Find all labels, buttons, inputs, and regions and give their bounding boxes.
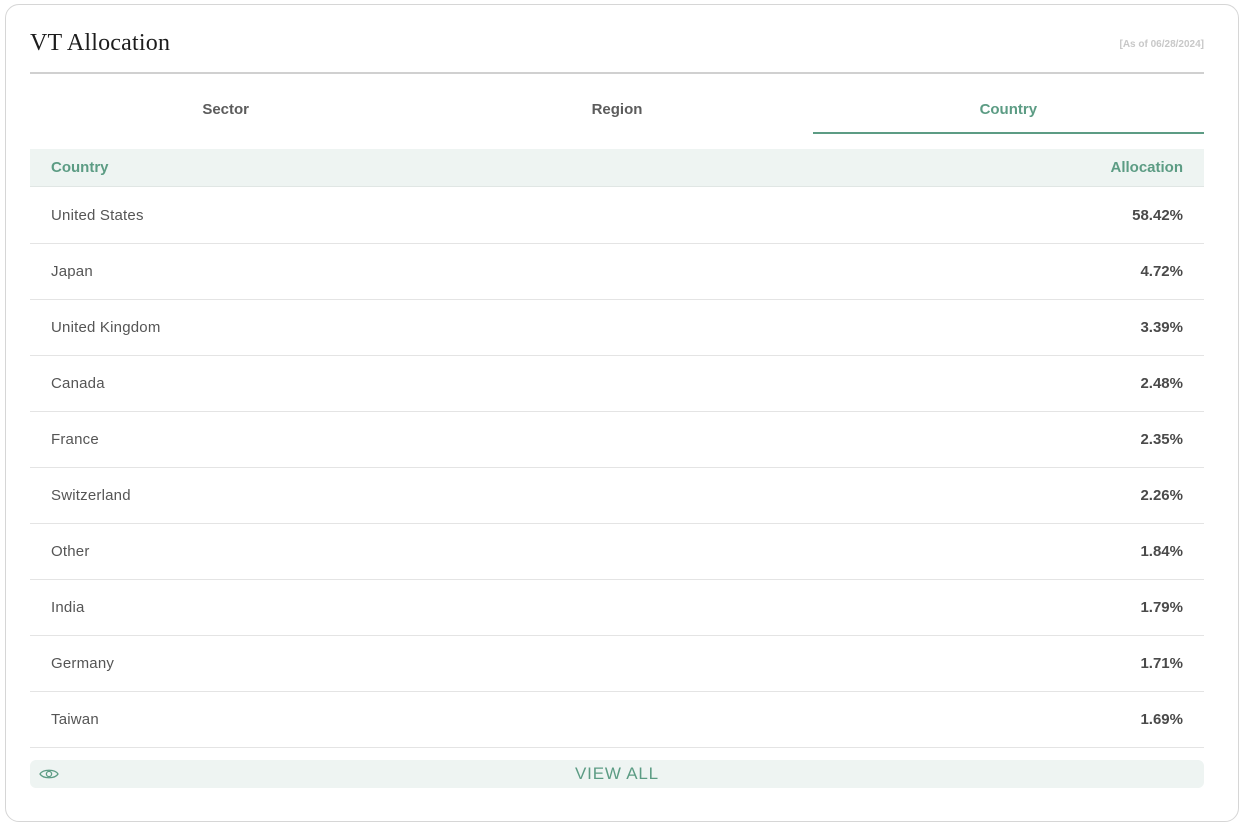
allocation-cell: 2.48% bbox=[1140, 375, 1183, 392]
country-cell: Other bbox=[51, 543, 90, 560]
table-row: Other 1.84% bbox=[30, 524, 1204, 580]
country-cell: Japan bbox=[51, 263, 93, 280]
allocation-table-body: United States 58.42% Japan 4.72% United … bbox=[30, 188, 1204, 748]
as-of-date: [As of 06/28/2024] bbox=[1119, 39, 1205, 50]
view-all-button[interactable]: VIEW ALL bbox=[30, 760, 1204, 788]
allocation-cell: 2.26% bbox=[1140, 487, 1183, 504]
allocation-cell: 2.35% bbox=[1140, 431, 1183, 448]
table-row: United Kingdom 3.39% bbox=[30, 300, 1204, 356]
table-header: Country Allocation bbox=[30, 149, 1204, 187]
table-row: Switzerland 2.26% bbox=[30, 468, 1204, 524]
allocation-cell: 1.79% bbox=[1140, 599, 1183, 616]
country-cell: United States bbox=[51, 207, 144, 224]
table-row: India 1.79% bbox=[30, 580, 1204, 636]
table-row: Canada 2.48% bbox=[30, 356, 1204, 412]
column-header-allocation: Allocation bbox=[1110, 159, 1183, 176]
allocation-cell: 58.42% bbox=[1132, 207, 1183, 224]
tab-region[interactable]: Region bbox=[421, 86, 812, 134]
allocation-cell: 1.84% bbox=[1140, 543, 1183, 560]
country-cell: United Kingdom bbox=[51, 319, 161, 336]
table-row: Germany 1.71% bbox=[30, 636, 1204, 692]
country-cell: Germany bbox=[51, 655, 115, 672]
card-title: VT Allocation bbox=[30, 30, 171, 56]
table-row: Japan 4.72% bbox=[30, 244, 1204, 300]
allocation-cell: 4.72% bbox=[1140, 263, 1183, 280]
table-row: United States 58.42% bbox=[30, 188, 1204, 244]
country-cell: India bbox=[51, 599, 85, 616]
column-header-country: Country bbox=[51, 159, 109, 176]
view-all-label: VIEW ALL bbox=[575, 764, 659, 783]
card-header: VT Allocation [As of 06/28/2024] bbox=[30, 22, 1204, 74]
table-row: Taiwan 1.69% bbox=[30, 692, 1204, 748]
allocation-cell: 1.69% bbox=[1140, 711, 1183, 728]
tab-sector[interactable]: Sector bbox=[30, 86, 421, 134]
allocation-cell: 1.71% bbox=[1140, 655, 1183, 672]
country-cell: France bbox=[51, 431, 99, 448]
table-row: France 2.35% bbox=[30, 412, 1204, 468]
tab-country[interactable]: Country bbox=[812, 86, 1204, 134]
country-cell: Canada bbox=[51, 375, 105, 392]
allocation-cell: 3.39% bbox=[1140, 319, 1183, 336]
country-cell: Switzerland bbox=[51, 487, 131, 504]
country-cell: Taiwan bbox=[51, 711, 99, 728]
allocation-tabs: Sector Region Country bbox=[30, 86, 1204, 134]
